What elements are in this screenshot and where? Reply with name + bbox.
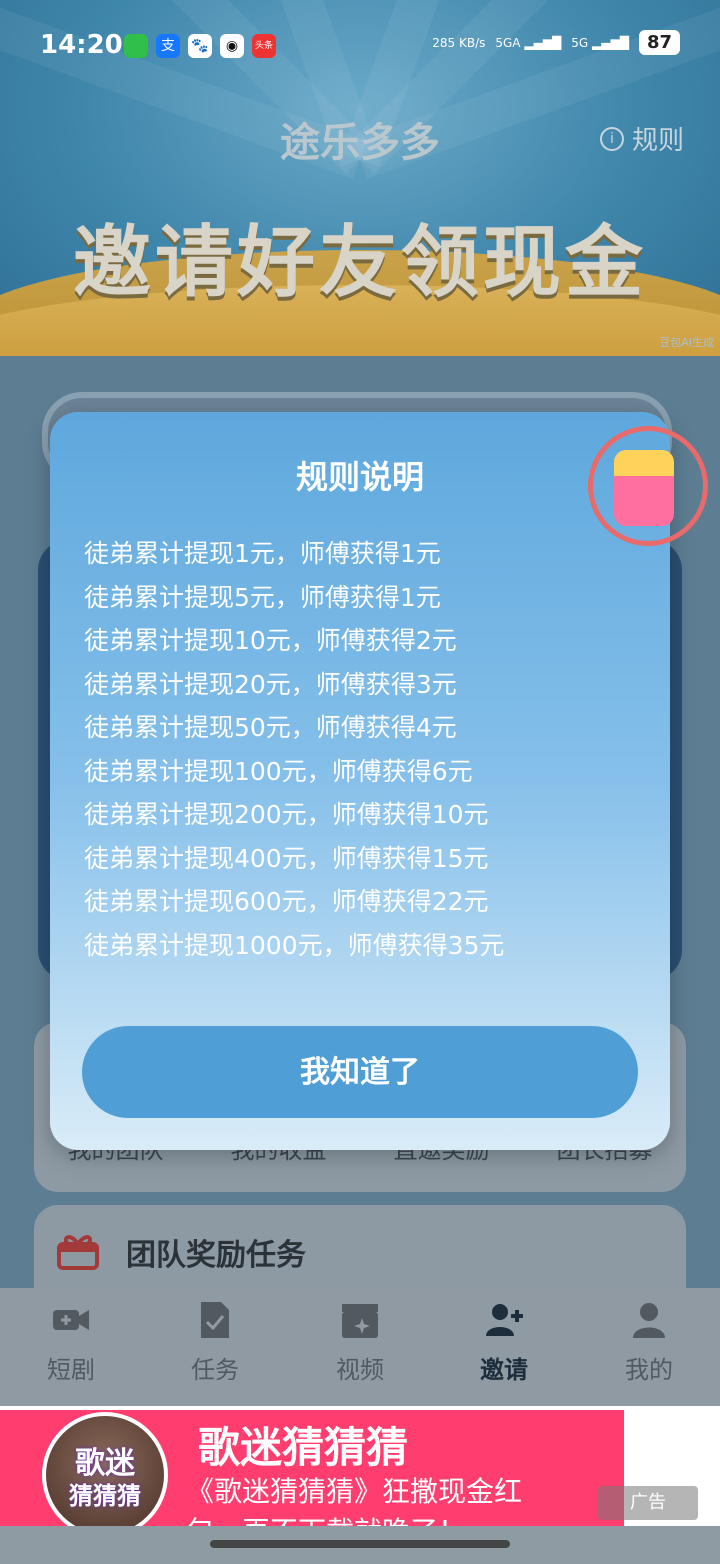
status-right: 285 KB/s 5GA ▂▄▆█ 5G ▂▄▆█ 87 [432, 30, 680, 55]
signal-2-icon: 5G ▂▄▆█ [571, 35, 629, 50]
tab-invite[interactable]: 邀请 [449, 1300, 559, 1385]
video-camera-icon [53, 1310, 89, 1330]
rule-item: 徒弟累计提现600元，师傅获得22元 [84, 887, 489, 916]
tab-short-drama[interactable]: 短剧 [16, 1300, 126, 1385]
bottom-tab-bar: 短剧 任务 视频 邀请 我的 [0, 1288, 720, 1406]
ai-generated-tag: 豆包AI生成 [659, 336, 714, 349]
clock: 14:20 [40, 30, 123, 60]
rule-item: 徒弟累计提现5元，师傅获得1元 [84, 582, 441, 612]
add-user-icon [486, 1304, 523, 1336]
got-it-button[interactable]: 我知道了 [82, 1026, 638, 1118]
alipay-icon: 支 [156, 34, 180, 58]
notification-icons: 支 🐾 ◉ 头条 [124, 34, 276, 58]
rule-item: 徒弟累计提现100元，师傅获得6元 [84, 756, 473, 786]
rule-item: 徒弟累计提现1元，师傅获得1元 [84, 539, 441, 568]
net-speed: 285 KB/s [432, 35, 486, 50]
rule-item: 徒弟累计提现200元，师傅获得10元 [84, 800, 489, 829]
rule-item: 徒弟累计提现400元，师傅获得15元 [84, 843, 489, 873]
baidu-icon: 🐾 [188, 34, 212, 58]
tab-tasks[interactable]: 任务 [160, 1300, 270, 1385]
rules-link[interactable]: i 规则 [599, 120, 684, 157]
tab-profile[interactable]: 我的 [594, 1300, 704, 1385]
banner-headline: 邀请好友领现金 [72, 218, 647, 308]
task-doc-icon [201, 1302, 229, 1338]
gift-icon [57, 1235, 99, 1270]
rules-dialog: 规则说明 徒弟累计提现1元，师傅获得1元 徒弟累计提现5元，师傅获得1元 徒弟累… [50, 412, 670, 1150]
ad-label: 广告 [598, 1486, 698, 1520]
red-envelope-icon[interactable] [614, 450, 674, 526]
info-icon: i [599, 126, 624, 151]
rule-item: 徒弟累计提现50元，师傅获得4元 [84, 713, 457, 742]
qq-icon: ◉ [220, 34, 244, 58]
rule-item: 徒弟累计提现10元，师傅获得2元 [84, 626, 457, 655]
rule-item: 徒弟累计提现1000元，师傅获得35元 [84, 930, 505, 960]
ad-app-icon: 歌迷 猜猜猜 [42, 1412, 168, 1538]
rule-item: 徒弟累计提现20元，师傅获得3元 [84, 669, 457, 699]
wechat-icon [124, 34, 148, 58]
battery-icon: 87 [638, 30, 680, 55]
app-screen: 14:20 支 🐾 ◉ 头条 285 KB/s 5GA ▂▄▆█ 5G ▂▄▆█… [0, 0, 720, 1564]
person-icon [633, 1303, 665, 1338]
clapper-icon [342, 1304, 378, 1338]
ad-title: 歌迷猜猜猜 [198, 1423, 409, 1472]
tab-videos[interactable]: 视频 [305, 1300, 415, 1385]
signal-1-icon: 5GA ▂▄▆█ [495, 35, 562, 50]
team-task-title: 团队奖励任务 [126, 1238, 306, 1273]
toutiao-icon: 头条 [252, 34, 276, 58]
home-indicator[interactable] [210, 1540, 510, 1548]
status-bar: 14:20 支 🐾 ◉ 头条 285 KB/s 5GA ▂▄▆█ 5G ▂▄▆█… [0, 0, 720, 90]
rules-link-label: 规则 [631, 126, 684, 156]
rules-list: 徒弟累计提现1元，师傅获得1元 徒弟累计提现5元，师傅获得1元 徒弟累计提现10… [84, 532, 644, 967]
dialog-title: 规则说明 [295, 458, 424, 496]
